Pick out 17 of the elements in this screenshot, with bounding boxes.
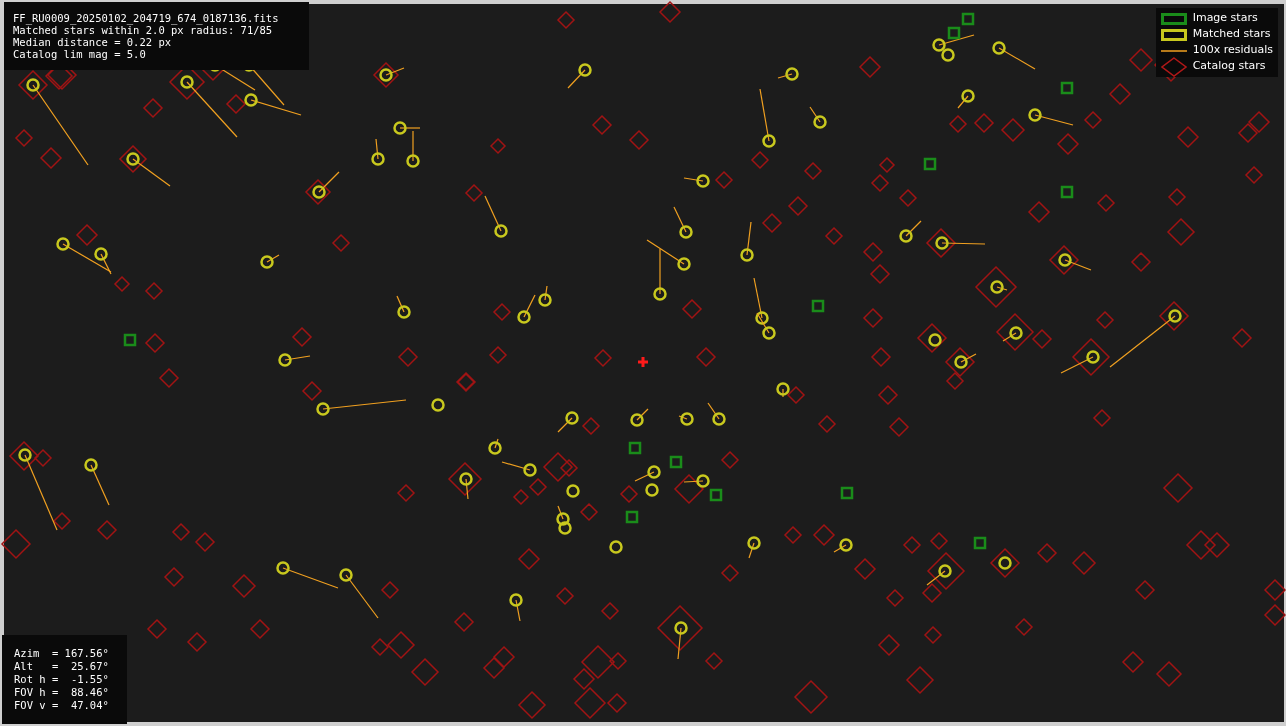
pointing-line: Rot h = -1.55° bbox=[14, 673, 110, 686]
legend-label: Catalog stars bbox=[1192, 58, 1266, 75]
info-line: Median distance = 0.22 px bbox=[13, 36, 173, 48]
legend-label: Matched stars bbox=[1192, 26, 1271, 43]
legend-label: Image stars bbox=[1192, 10, 1258, 27]
pointing-line: FOV h = 88.46° bbox=[14, 686, 110, 699]
info-line: FF_RU0009_20250102_204719_674_0187136.fits bbox=[13, 12, 280, 24]
pointing-line: Alt = 25.67° bbox=[14, 660, 110, 673]
legend-label: 100x residuals bbox=[1192, 42, 1273, 59]
pointing-line: Azim = 167.56° bbox=[14, 647, 110, 660]
diamond-marker-icon bbox=[1160, 56, 1187, 77]
line-marker-icon bbox=[1160, 48, 1187, 53]
info-line: Catalog lim mag = 5.0 bbox=[13, 48, 147, 60]
square-marker-icon bbox=[1160, 12, 1187, 25]
pointing-line: FOV v = 47.04° bbox=[14, 699, 110, 712]
square-marker-icon bbox=[1160, 28, 1187, 41]
info-line: Matched stars within 2.0 px radius: 71/85 bbox=[13, 24, 273, 36]
